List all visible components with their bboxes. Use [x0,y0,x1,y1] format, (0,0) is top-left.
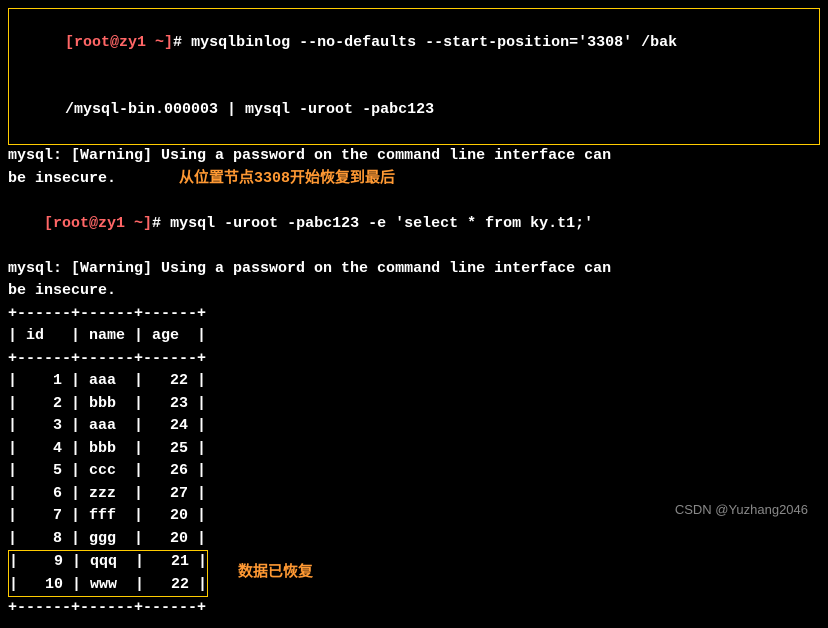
highlighted-rows-group: | 9 | qqq | 21 | | 10 | www | 22 | 数据已恢复 [8,550,820,597]
table-row: | 1 | aaa | 22 | [8,370,820,393]
prompt-hash: # [173,34,182,51]
table-row: | 5 | ccc | 26 | [8,460,820,483]
cmd2[interactable]: mysql -uroot -pabc123 -e 'select * from … [170,215,593,232]
table-row: | 10 | www | 22 | [9,574,207,597]
warning2-line2: be insecure. [8,282,116,299]
prompt-hash-2: # [152,215,161,232]
table-row: | 3 | aaa | 24 | [8,415,820,438]
table-divider-bottom: +------+------+------+ [8,597,820,620]
warning1-line2: be insecure. [8,170,116,187]
cmd1-line2[interactable]: /mysql-bin.000003 | mysql -uroot -pabc12… [65,101,434,118]
prompt-user-host: [root@zy1 ~] [65,34,173,51]
warning1-line1: mysql: [Warning] Using a password on the… [8,147,620,164]
table-row: | 4 | bbb | 25 | [8,438,820,461]
highlighted-restored-rows: | 9 | qqq | 21 | | 10 | www | 22 | [8,550,208,597]
watermark: CSDN @Yuzhang2046 [675,500,808,520]
table-row: | 8 | ggg | 20 | [8,528,820,551]
table-divider-mid: +------+------+------+ [8,348,820,371]
table-header: | id | name | age | [8,325,820,348]
annotation-1: 从位置节点3308开始恢复到最后 [179,170,395,187]
cmd1-line1[interactable]: mysqlbinlog --no-defaults --start-positi… [191,34,677,51]
annotation-2: 数据已恢复 [238,564,313,581]
table-row: | 2 | bbb | 23 | [8,393,820,416]
table-row: | 9 | qqq | 21 | [9,551,207,574]
table-divider-top: +------+------+------+ [8,303,820,326]
warning2-line1: mysql: [Warning] Using a password on the… [8,260,620,277]
prompt-user-host-2: [root@zy1 ~] [44,215,152,232]
highlighted-command-1: [root@zy1 ~]# mysqlbinlog --no-defaults … [8,8,820,145]
terminal-output: [root@zy1 ~]# mysqlbinlog --no-defaults … [8,8,820,620]
